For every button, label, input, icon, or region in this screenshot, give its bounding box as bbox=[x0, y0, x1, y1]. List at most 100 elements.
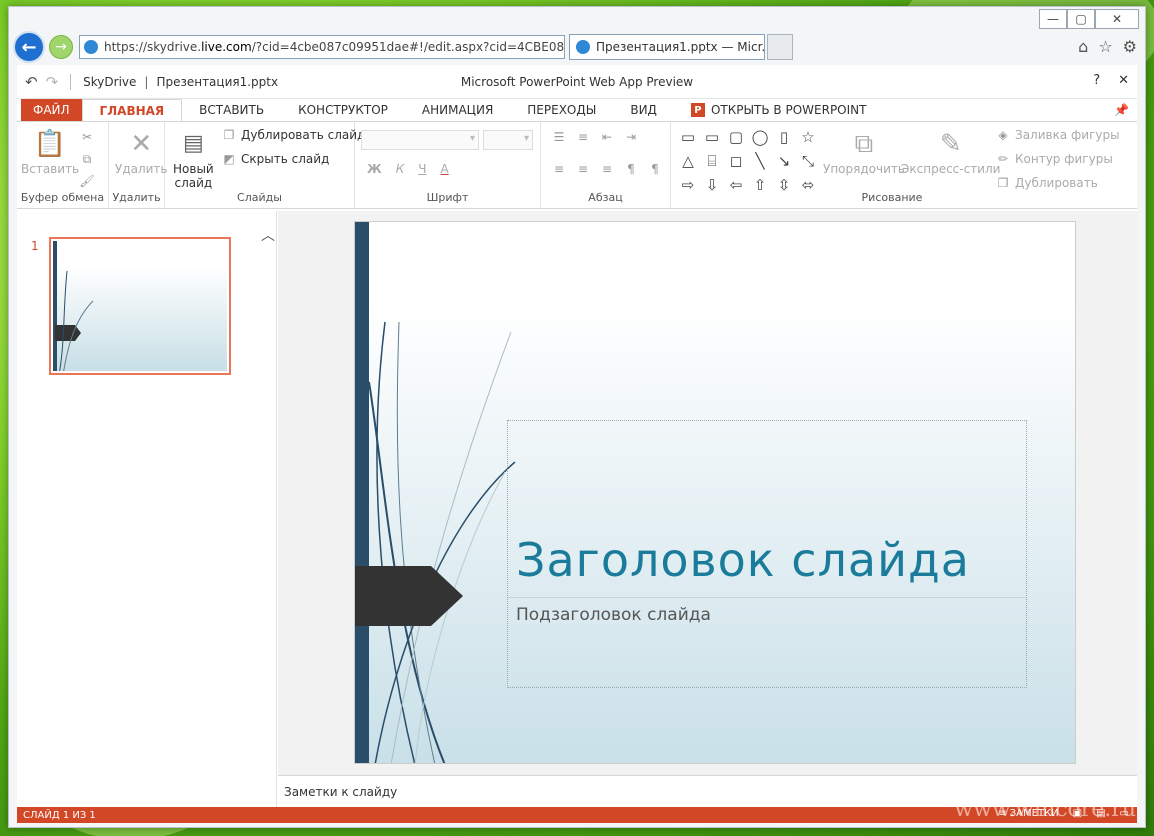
maximize-button[interactable]: ▢ bbox=[1067, 9, 1095, 29]
app-titlebar: ↶ ↷ SkyDrive | Презентация1.pptx Microso… bbox=[17, 65, 1137, 99]
rounded-rectangle-shape-icon[interactable]: ▢ bbox=[727, 128, 745, 146]
title-placeholder[interactable]: Заголовок слайда Подзаголовок слайда bbox=[507, 420, 1027, 688]
new-slide-button[interactable]: ▤ Новый слайд bbox=[173, 128, 214, 191]
decrease-indent-icon[interactable]: ⇤ bbox=[599, 130, 615, 144]
breadcrumb-file: Презентация1.pptx bbox=[156, 74, 279, 89]
slide-subtitle[interactable]: Подзаголовок слайда bbox=[516, 605, 711, 625]
close-app-button[interactable]: ✕ bbox=[1118, 73, 1129, 88]
rtl-icon[interactable]: ¶ bbox=[647, 162, 663, 176]
cube-shape-icon[interactable]: ◻ bbox=[727, 152, 745, 170]
delete-button[interactable]: ✕ Удалить bbox=[115, 128, 168, 176]
tab-site-icon bbox=[576, 40, 590, 54]
browser-navbar: ← → https://skydrive. live.com/?cid=4cbe0… bbox=[9, 31, 1145, 63]
delete-group: ✕ Удалить Удалить bbox=[109, 122, 168, 208]
tab-home[interactable]: ГЛАВНАЯ bbox=[81, 99, 183, 121]
oval-shape-icon[interactable]: ◯ bbox=[751, 128, 769, 146]
minimize-button[interactable]: — bbox=[1039, 9, 1067, 29]
open-in-powerpoint-button[interactable]: P ОТКРЫТЬ В POWERPOINT bbox=[674, 99, 884, 121]
help-button[interactable]: ? bbox=[1093, 73, 1100, 88]
duplicate-slide-button[interactable]: ❐ Дублировать слайд bbox=[221, 128, 366, 142]
tab-design[interactable]: КОНСТРУКТОР bbox=[281, 99, 405, 121]
font-color-button[interactable]: А bbox=[440, 162, 448, 176]
slide-counter: СЛАЙД 1 ИЗ 1 bbox=[23, 809, 96, 821]
cut-icon[interactable]: ✂ bbox=[79, 130, 95, 144]
ribbon-home: 📋 Вставить ✂ ⧉ 🖌 Буфер обмена ✕ Удалить … bbox=[17, 121, 1137, 209]
slide-thumbnail[interactable] bbox=[49, 237, 231, 375]
forward-button[interactable]: → bbox=[49, 35, 73, 59]
text-box-shape-icon[interactable]: ▭ bbox=[679, 128, 697, 146]
delete-label: Удалить bbox=[115, 162, 168, 176]
font-group-label: Шрифт bbox=[426, 191, 469, 204]
align-left-icon[interactable]: ≡ bbox=[551, 162, 567, 176]
shape-fill-button[interactable]: ◈ Заливка фигуры bbox=[995, 128, 1119, 142]
underline-button[interactable]: Ч bbox=[418, 162, 426, 176]
numbering-icon[interactable]: ≡ bbox=[575, 130, 591, 144]
ltr-icon[interactable]: ¶ bbox=[623, 162, 639, 176]
tab-view[interactable]: ВИД bbox=[613, 99, 674, 121]
bullets-icon[interactable]: ☰ bbox=[551, 130, 567, 144]
duplicate-label: Дублировать bbox=[1015, 176, 1098, 190]
new-tab-button[interactable] bbox=[767, 34, 793, 60]
browser-toolbar-right: ⌂ ☆ ⚙ bbox=[1078, 37, 1137, 56]
browser-tab[interactable]: Презентация1.pptx — Micr... ✕ bbox=[569, 34, 765, 60]
pen-icon: ✏ bbox=[997, 152, 1009, 166]
breadcrumb-skydrive[interactable]: SkyDrive bbox=[83, 75, 136, 89]
thumbnail-scrollbar[interactable]: ︿ bbox=[257, 211, 277, 807]
close-window-button[interactable]: ✕ bbox=[1095, 9, 1139, 29]
cylinder-shape-icon[interactable]: ⌸ bbox=[703, 152, 721, 170]
pin-ribbon-icon[interactable]: 📌 bbox=[1114, 103, 1129, 117]
shape-outline-button[interactable]: ✏ Контур фигуры bbox=[995, 152, 1113, 166]
tab-animation[interactable]: АНИМАЦИЯ bbox=[405, 99, 510, 121]
format-painter-icon[interactable]: 🖌 bbox=[79, 174, 95, 188]
font-format-row: Ж К Ч А bbox=[367, 162, 449, 176]
font-name-combo[interactable] bbox=[361, 130, 479, 150]
callout-shape-icon[interactable]: ▯ bbox=[775, 128, 793, 146]
new-slide-label-line1: Новый bbox=[173, 162, 214, 176]
tab-file[interactable]: ФАЙЛ bbox=[21, 99, 82, 121]
font-size-combo[interactable] bbox=[483, 130, 533, 150]
address-bar[interactable]: https://skydrive. live.com/?cid=4cbe087c0… bbox=[79, 35, 565, 59]
tab-transitions[interactable]: ПЕРЕХОДЫ bbox=[510, 99, 613, 121]
triangle-shape-icon[interactable]: △ bbox=[679, 152, 697, 170]
undo-icon[interactable]: ↶ bbox=[25, 73, 38, 91]
double-arrow-line-shape-icon[interactable]: ⤡ bbox=[799, 152, 817, 170]
slide-canvas[interactable]: Заголовок слайда Подзаголовок слайда bbox=[354, 221, 1076, 764]
bold-button[interactable]: Ж bbox=[367, 162, 382, 176]
copy-icon[interactable]: ⧉ bbox=[79, 152, 95, 166]
redo-icon[interactable]: ↷ bbox=[46, 73, 59, 91]
arrow-line-shape-icon[interactable]: ↘ bbox=[775, 152, 793, 170]
gear-icon[interactable]: ⚙ bbox=[1123, 37, 1137, 56]
favorites-star-icon[interactable]: ☆ bbox=[1098, 37, 1112, 56]
arrange-icon: ⧉ bbox=[854, 128, 874, 159]
paste-label: Вставить bbox=[21, 162, 80, 176]
url-prefix: https://skydrive. bbox=[104, 40, 202, 54]
back-button[interactable]: ← bbox=[13, 31, 45, 63]
align-center-icon[interactable]: ≡ bbox=[575, 162, 591, 176]
chevron-up-icon[interactable]: ︿ bbox=[261, 225, 275, 245]
paragraph-row-1: ☰ ≡ ⇤ ⇥ bbox=[551, 130, 639, 144]
star-shape-icon[interactable]: ☆ bbox=[799, 128, 817, 146]
duplicate-button[interactable]: ❐ Дублировать bbox=[995, 176, 1098, 190]
paragraph-group: ☰ ≡ ⇤ ⇥ ≡ ≡ ≡ ¶ ¶ Абзац bbox=[541, 122, 671, 208]
duplicate-slide-icon: ❐ bbox=[223, 128, 235, 142]
workspace: 1 ︿ Заголовок слайда Подзаголовок слайда… bbox=[17, 211, 1137, 807]
rectangle-shape-icon[interactable]: ▭ bbox=[703, 128, 721, 146]
clipboard-group-label: Буфер обмена bbox=[20, 191, 105, 204]
hide-slide-button[interactable]: ◩ Скрыть слайд bbox=[221, 152, 329, 166]
browser-window: — ▢ ✕ ← → https://skydrive. live.com/?cid… bbox=[8, 6, 1146, 828]
slide-title[interactable]: Заголовок слайда bbox=[516, 533, 970, 587]
shape-outline-label: Контур фигуры bbox=[1015, 152, 1113, 166]
paste-button[interactable]: 📋 Вставить bbox=[21, 128, 79, 176]
tab-insert[interactable]: ВСТАВИТЬ bbox=[182, 99, 281, 121]
align-right-icon[interactable]: ≡ bbox=[599, 162, 615, 176]
arrange-button[interactable]: ⧉ Упорядочить bbox=[823, 128, 905, 177]
quick-styles-button[interactable]: ✎ Экспресс-стили bbox=[901, 128, 1000, 176]
powerpoint-icon: P bbox=[690, 103, 705, 117]
italic-button[interactable]: К bbox=[396, 162, 405, 176]
divider bbox=[70, 73, 72, 90]
line-shape-icon[interactable]: ╲ bbox=[751, 152, 769, 170]
watermark: www.wincore.ru bbox=[954, 797, 1136, 822]
increase-indent-icon[interactable]: ⇥ bbox=[623, 130, 639, 144]
home-icon[interactable]: ⌂ bbox=[1078, 37, 1088, 56]
paragraph-group-label: Абзац bbox=[588, 191, 623, 204]
